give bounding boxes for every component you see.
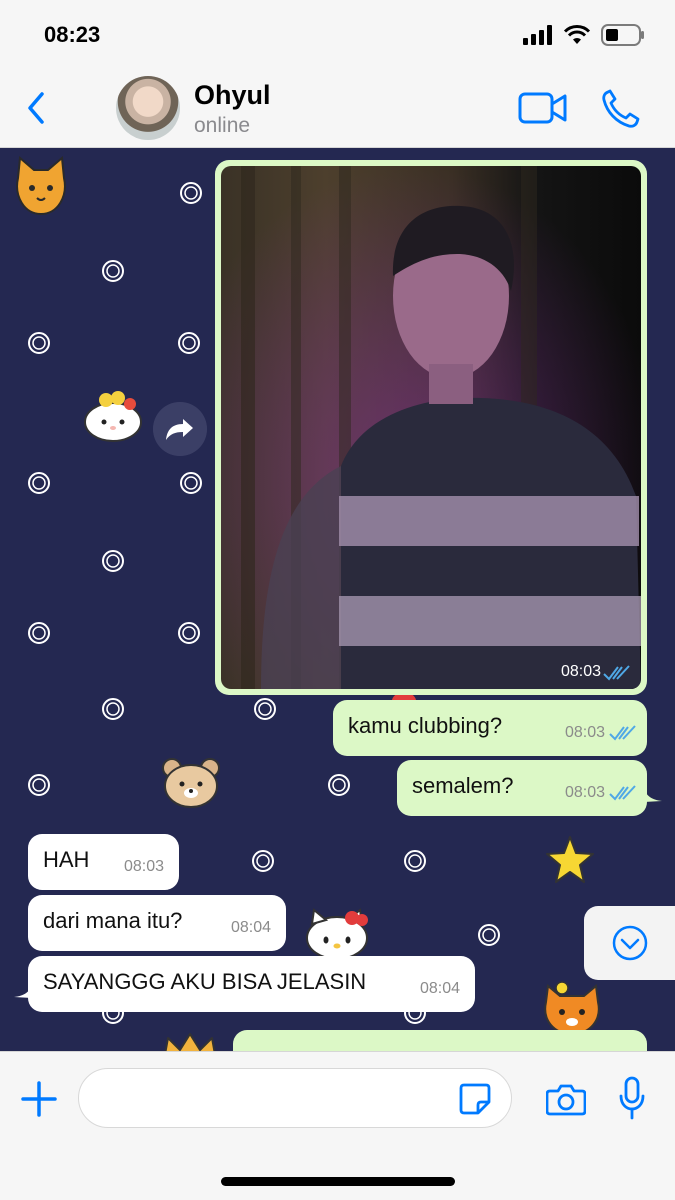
message-text: semalem?: [412, 773, 514, 798]
star-doodle-icon: [546, 836, 594, 883]
orange-cat-doodle-icon: [544, 981, 600, 1036]
scribble-doodle-icon: [478, 924, 500, 946]
microphone-button[interactable]: [618, 1076, 646, 1120]
crown-doodle-icon: [164, 1033, 216, 1051]
incoming-message[interactable]: dari mana itu? 08:04: [28, 895, 286, 951]
scribble-doodle-icon: [180, 182, 202, 204]
outgoing-message[interactable]: kamu clubbing? 08:03: [333, 700, 647, 756]
chevron-down-circle-icon: [612, 925, 648, 961]
scribble-doodle-icon: [328, 774, 350, 796]
status-bar: 08:23: [0, 0, 675, 70]
voice-call-button[interactable]: [600, 88, 640, 130]
home-indicator: [221, 1177, 455, 1186]
contact-name[interactable]: Ohyul: [194, 80, 271, 111]
signal-icon: [523, 25, 552, 45]
double-check-icon: [609, 725, 636, 741]
double-check-icon: [609, 785, 636, 801]
message-text: dari mana itu?: [43, 908, 183, 933]
input-bar: [0, 1051, 675, 1200]
scribble-doodle-icon: [180, 472, 202, 494]
message-text: kamu clubbing?: [348, 713, 503, 738]
chat-area[interactable]: 08:03 kamu clubbing? 08:03 semalem? 08:0…: [0, 148, 675, 1051]
scribble-doodle-icon: [102, 698, 124, 720]
photo-message[interactable]: 08:03: [215, 160, 647, 695]
scribble-doodle-icon: [254, 698, 276, 720]
battery-icon: [601, 24, 644, 46]
contact-avatar[interactable]: [116, 76, 180, 140]
scribble-doodle-icon: [404, 850, 426, 872]
scribble-doodle-icon: [28, 774, 50, 796]
scroll-to-bottom-button[interactable]: [584, 906, 675, 980]
cat-doodle-icon: [16, 156, 66, 216]
status-icons: [523, 24, 645, 46]
status-time: 08:23: [44, 22, 101, 47]
message-input[interactable]: [78, 1068, 512, 1128]
outgoing-message-partial[interactable]: [233, 1030, 647, 1051]
contact-status: online: [194, 114, 251, 137]
chat-header: Ohyul online: [0, 70, 675, 148]
incoming-message[interactable]: SAYANGGG AKU BISA JELASIN 08:04: [28, 956, 475, 1012]
sheep-doodle-icon: [84, 391, 142, 442]
scribble-doodle-icon: [178, 332, 200, 354]
message-text: HAH: [43, 847, 90, 872]
outgoing-message[interactable]: semalem? 08:03: [397, 760, 647, 816]
camera-button[interactable]: [546, 1082, 586, 1116]
scribble-doodle-icon: [28, 472, 50, 494]
forward-button[interactable]: [153, 402, 207, 456]
incoming-message[interactable]: HAH 08:03: [28, 834, 179, 890]
message-time: 08:03: [560, 663, 601, 680]
message-photo[interactable]: 08:03: [221, 166, 641, 689]
scribble-doodle-icon: [102, 550, 124, 572]
scribble-doodle-icon: [28, 332, 50, 354]
scribble-doodle-icon: [252, 850, 274, 872]
scribble-doodle-icon: [178, 622, 200, 644]
bear-doodle-icon: [162, 758, 220, 808]
message-time: 08:03: [564, 724, 605, 741]
message-text: SAYANGGG AKU BISA JELASIN: [43, 969, 367, 994]
bubble-tail: [14, 984, 32, 998]
message-time: 08:03: [123, 858, 164, 875]
scribble-doodle-icon: [28, 622, 50, 644]
kitty-doodle-icon: [306, 908, 368, 960]
bubble-tail: [644, 788, 662, 802]
message-time: 08:03: [564, 784, 605, 801]
double-check-icon: [603, 665, 630, 681]
photo-content: [221, 166, 641, 689]
back-button[interactable]: [22, 88, 52, 128]
wifi-icon: [563, 25, 591, 44]
scribble-doodle-icon: [102, 260, 124, 282]
video-call-button[interactable]: [518, 90, 568, 126]
sticker-button[interactable]: [458, 1082, 492, 1116]
message-time: 08:04: [230, 919, 271, 936]
message-time: 08:04: [419, 980, 460, 997]
attach-plus-button[interactable]: [20, 1080, 58, 1118]
